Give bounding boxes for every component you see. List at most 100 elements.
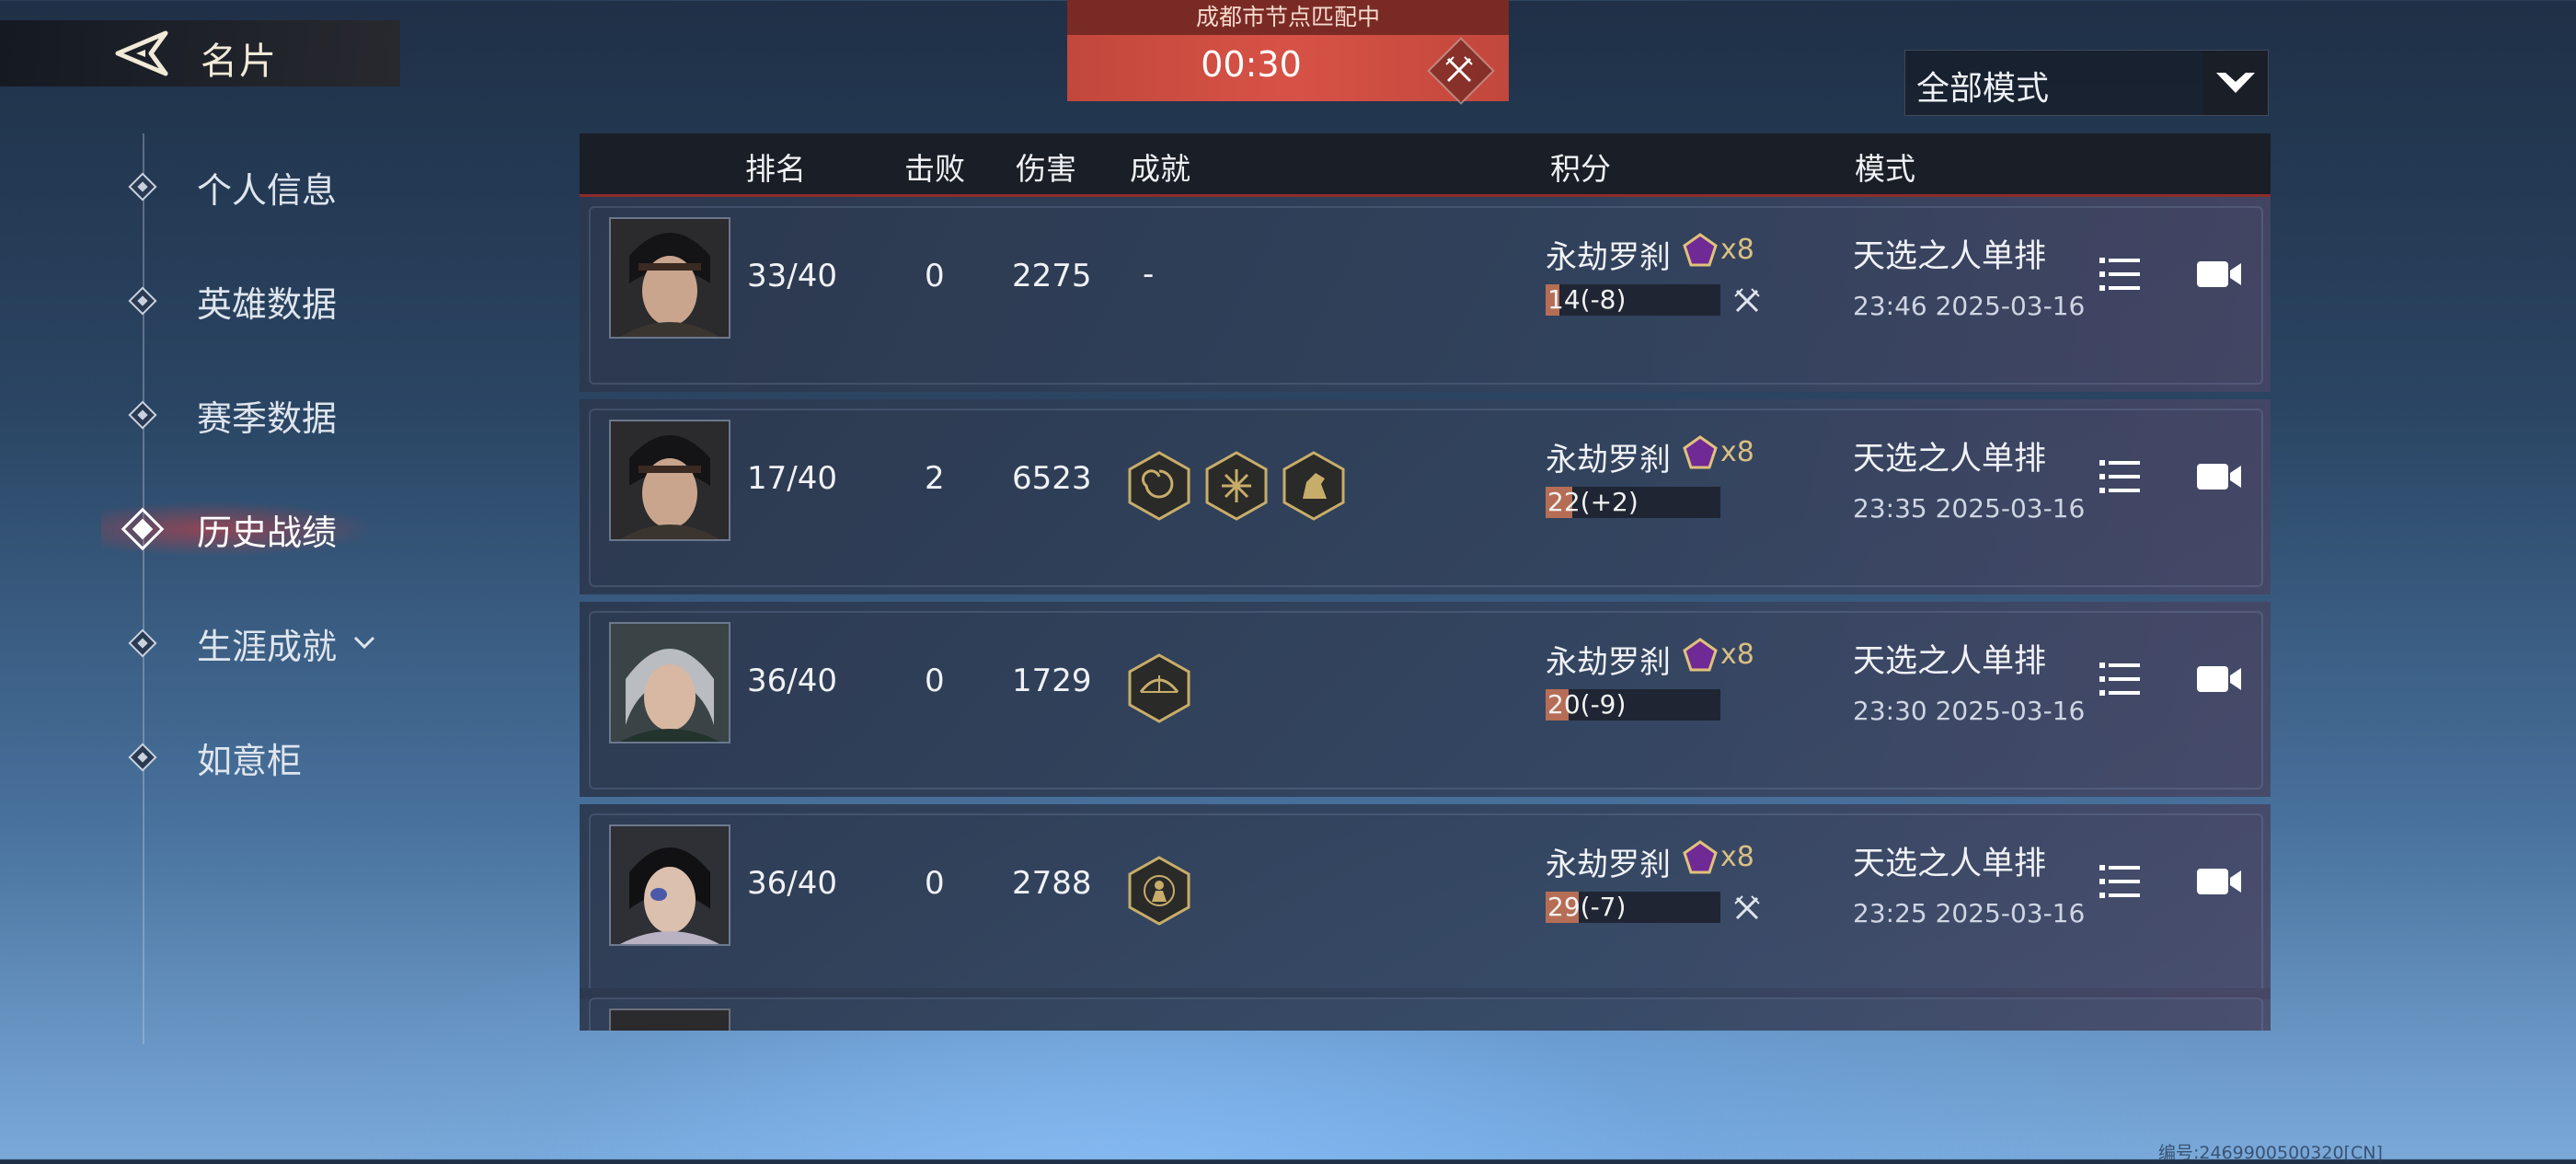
score-value: 20 bbox=[1547, 689, 1581, 720]
mode-dropdown-value: 全部模式 bbox=[1916, 70, 2050, 108]
hero-avatar bbox=[609, 217, 730, 339]
page-title: 名片 bbox=[201, 40, 278, 83]
gem-icon bbox=[1683, 233, 1718, 267]
match-time: 23:46 2025-03-16 bbox=[1853, 291, 2086, 321]
rank-value: 36/40 bbox=[747, 663, 837, 699]
kills-value: 0 bbox=[925, 663, 945, 699]
hero-avatar bbox=[609, 824, 730, 946]
crossed-swords-icon bbox=[1734, 895, 1760, 920]
rank-value: 33/40 bbox=[747, 258, 837, 294]
title-bar: 名片 bbox=[0, 20, 400, 86]
table-row[interactable]: 17/40 2 6523 永劫罗刹 x8 22(+2) 天选之人单排 23:35… bbox=[580, 399, 2271, 594]
table-row[interactable] bbox=[580, 988, 2271, 1031]
burst-badge-icon[interactable] bbox=[1205, 451, 1268, 521]
sidebar-item-match-history[interactable]: 历史战绩 bbox=[120, 501, 337, 557]
damage-value: 2275 bbox=[1012, 258, 1092, 294]
table-row[interactable]: 33/40 0 2275 - 永劫罗刹 x8 14(-8) 天选之人单排 23:… bbox=[580, 197, 2271, 392]
mode-label: 天选之人单排 bbox=[1853, 643, 2047, 680]
match-time: 23:30 2025-03-16 bbox=[1853, 696, 2086, 726]
score-value: 29 bbox=[1547, 892, 1581, 922]
horse-badge-icon[interactable] bbox=[1282, 451, 1345, 521]
score-text: 20(-9) bbox=[1547, 689, 1626, 720]
mode-label: 天选之人单排 bbox=[1853, 846, 2047, 882]
column-header-achievements: 成就 bbox=[1130, 151, 1190, 187]
sidebar-item-label: 赛季数据 bbox=[197, 398, 338, 439]
score-text: 14(-8) bbox=[1547, 284, 1626, 316]
mode-dropdown[interactable]: 全部模式 bbox=[1904, 50, 2269, 116]
sidebar-item-label: 英雄数据 bbox=[197, 283, 338, 325]
gem-icon bbox=[1683, 840, 1718, 874]
crossed-swords-icon bbox=[1445, 56, 1473, 83]
video-replay-icon[interactable] bbox=[2195, 858, 2243, 905]
sidebar-item-profile[interactable]: 个人信息 bbox=[120, 159, 337, 214]
table-header: 排名 击败 伤害 成就 积分 模式 bbox=[580, 133, 2271, 197]
back-arrow-icon[interactable] bbox=[109, 26, 173, 81]
column-header-score: 积分 bbox=[1550, 151, 1611, 187]
diamond-icon bbox=[128, 628, 157, 658]
sidebar-item-label: 个人信息 bbox=[197, 169, 338, 211]
diamond-icon bbox=[128, 743, 157, 772]
table-row[interactable]: 36/40 0 2788 永劫罗刹 x8 29(-7) 天选之人单排 23:25… bbox=[580, 804, 2271, 999]
match-time: 23:25 2025-03-16 bbox=[1853, 898, 2086, 928]
column-header-rank: 排名 bbox=[745, 151, 806, 187]
match-history-table: 排名 击败 伤害 成就 积分 模式 33/40 0 2275 - 永劫罗刹 x8… bbox=[580, 133, 2271, 1031]
diamond-active-icon bbox=[121, 507, 165, 551]
match-timer-bar: 00:30 bbox=[1067, 35, 1509, 105]
bow-badge-icon[interactable] bbox=[1128, 653, 1190, 723]
spiral-badge-icon[interactable] bbox=[1128, 451, 1190, 521]
sidebar-item-hero-data[interactable]: 英雄数据 bbox=[120, 273, 337, 328]
diamond-icon bbox=[128, 400, 157, 430]
mode-label: 天选之人单排 bbox=[1853, 238, 2047, 275]
video-replay-icon[interactable] bbox=[2195, 453, 2243, 501]
sidebar-item-career-achievements[interactable]: 生涯成就 bbox=[120, 616, 383, 671]
damage-value: 6523 bbox=[1012, 460, 1092, 497]
gem-icon bbox=[1683, 435, 1718, 469]
hero-portrait-icon bbox=[611, 624, 729, 742]
kills-value: 2 bbox=[925, 460, 945, 497]
sidebar-rail bbox=[143, 133, 144, 1044]
sidebar-item-season-data[interactable]: 赛季数据 bbox=[120, 387, 337, 443]
column-header-kills: 击败 bbox=[904, 151, 965, 187]
sidebar-item-label: 如意柜 bbox=[197, 740, 303, 781]
damage-value: 2788 bbox=[1012, 865, 1092, 902]
rank-value: 17/40 bbox=[747, 460, 837, 497]
hero-portrait-icon bbox=[611, 421, 729, 539]
score-value: 22 bbox=[1547, 487, 1581, 517]
watermark: 编号:2469900500320[CN] bbox=[2158, 1143, 2383, 1163]
rank-value: 36/40 bbox=[747, 865, 837, 902]
sidebar-item-wardrobe[interactable]: 如意柜 bbox=[120, 730, 302, 785]
column-header-mode: 模式 bbox=[1855, 151, 1915, 187]
damage-value: 1729 bbox=[1012, 663, 1092, 699]
score-change: 4(-8) bbox=[1563, 284, 1627, 315]
tier-label: 永劫罗刹 bbox=[1546, 847, 1671, 883]
diamond-icon bbox=[128, 286, 157, 316]
tier-label: 永劫罗刹 bbox=[1546, 239, 1671, 276]
list-details-icon[interactable] bbox=[2096, 858, 2144, 905]
no-achievements-text: - bbox=[1143, 256, 1155, 293]
video-replay-icon[interactable] bbox=[2195, 655, 2243, 703]
crossed-swords-icon bbox=[1734, 288, 1760, 313]
diamond-icon bbox=[128, 172, 157, 202]
mode-label: 天选之人单排 bbox=[1853, 441, 2047, 478]
list-details-icon[interactable] bbox=[2096, 250, 2144, 298]
gem-count: x8 bbox=[1720, 841, 1754, 873]
tier-label: 永劫罗刹 bbox=[1546, 644, 1671, 681]
chevron-down-icon[interactable] bbox=[346, 625, 383, 662]
gem-icon bbox=[1683, 638, 1718, 672]
hero-avatar bbox=[609, 622, 730, 743]
kills-value: 0 bbox=[925, 865, 945, 902]
figure-badge-icon[interactable] bbox=[1128, 856, 1190, 926]
mode-dropdown-toggle[interactable] bbox=[2203, 51, 2268, 115]
list-details-icon[interactable] bbox=[2096, 655, 2144, 703]
score-change: (+2) bbox=[1580, 487, 1639, 517]
gem-count: x8 bbox=[1720, 639, 1754, 671]
score-value: 1 bbox=[1547, 284, 1564, 315]
match-time: 23:35 2025-03-16 bbox=[1853, 493, 2086, 524]
match-status-panel: 成都市节点匹配中 00:30 bbox=[1067, 0, 1509, 105]
gem-count: x8 bbox=[1720, 436, 1754, 468]
video-replay-icon[interactable] bbox=[2195, 250, 2243, 298]
hero-avatar bbox=[609, 420, 730, 541]
list-details-icon[interactable] bbox=[2096, 453, 2144, 501]
table-row[interactable]: 36/40 0 1729 永劫罗刹 x8 20(-9) 天选之人单排 23:30… bbox=[580, 602, 2271, 797]
hero-avatar bbox=[609, 1008, 730, 1031]
